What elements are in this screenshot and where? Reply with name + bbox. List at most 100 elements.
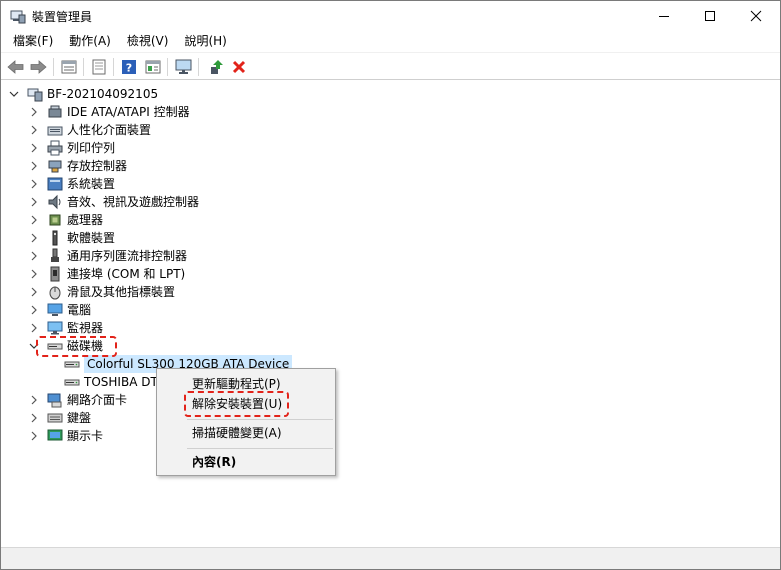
- disk-device-label: TOSHIBA DT: [84, 375, 158, 389]
- tree-category-software-devices[interactable]: 軟體裝置: [29, 229, 115, 247]
- keyboard-icon: [47, 413, 63, 423]
- menu-help[interactable]: 說明(H): [176, 31, 234, 52]
- toolbar-separator: [83, 58, 84, 76]
- menu-bar: 檔案(F) 動作(A) 檢視(V) 說明(H): [1, 31, 780, 52]
- properties-icon: [61, 60, 77, 74]
- tree-category-label: 顯示卡: [67, 429, 104, 443]
- computer-monitor-icon: [175, 59, 192, 74]
- context-scan-hardware[interactable]: 掃描硬體變更(A): [159, 421, 333, 445]
- tree-category-print-queues[interactable]: 列印佇列: [29, 139, 115, 157]
- tree-category-label: 處理器: [67, 213, 104, 227]
- update-driver-button[interactable]: [206, 57, 226, 77]
- tree-category-storage-controllers[interactable]: 存放控制器: [29, 157, 127, 175]
- tree-category-audio-video[interactable]: 音效、視訊及遊戲控制器: [29, 193, 199, 211]
- toolbar: ?: [1, 52, 780, 80]
- tree-category-display-adapters[interactable]: 顯示卡: [29, 427, 103, 445]
- maximize-button[interactable]: [687, 1, 733, 31]
- close-button[interactable]: [733, 1, 779, 31]
- disk-drive-icon: [47, 343, 63, 350]
- svg-text:?: ?: [126, 62, 132, 75]
- chevron-right-icon[interactable]: [29, 287, 39, 297]
- chevron-right-icon[interactable]: [29, 179, 39, 189]
- chevron-right-icon[interactable]: [29, 323, 39, 333]
- tree-category-ide-ata[interactable]: IDE ATA/ATAPI 控制器: [29, 103, 190, 121]
- chevron-right-icon[interactable]: [29, 431, 39, 441]
- disk-device[interactable]: TOSHIBA DT: [64, 373, 158, 391]
- tree-category-ports[interactable]: 連接埠 (COM 和 LPT): [29, 265, 185, 283]
- tree-category-mice[interactable]: 滑鼠及其他指標裝置: [29, 283, 175, 301]
- tree-category-label: 列印佇列: [67, 141, 116, 155]
- storage-controller-icon: [48, 160, 62, 173]
- back-arrow-icon: [7, 60, 24, 74]
- menu-view[interactable]: 檢視(V): [119, 31, 177, 52]
- context-properties[interactable]: 內容(R): [159, 450, 333, 474]
- menu-file[interactable]: 檔案(F): [5, 31, 61, 52]
- audio-icon: [48, 194, 61, 210]
- tree-category-computer[interactable]: 電腦: [29, 301, 91, 319]
- chevron-right-icon[interactable]: [29, 125, 39, 135]
- tree-category-label: 軟體裝置: [67, 231, 116, 245]
- tree-category-network-adapters[interactable]: 網路介面卡: [29, 391, 127, 409]
- tree-root[interactable]: BF-202104092105: [9, 85, 158, 103]
- tree-category-processors[interactable]: 處理器: [29, 211, 103, 229]
- show-hidden-button[interactable]: [89, 57, 109, 77]
- chevron-right-icon[interactable]: [29, 251, 39, 261]
- chevron-right-icon[interactable]: [29, 143, 39, 153]
- tree-category-label: 連接埠 (COM 和 LPT): [67, 267, 186, 281]
- help-icon: ?: [122, 60, 136, 75]
- tree-category-label: 監視器: [67, 321, 104, 335]
- tree-category-monitors[interactable]: 監視器: [29, 319, 103, 337]
- system-device-icon: [47, 177, 63, 191]
- close-icon: [750, 10, 762, 22]
- menu-separator: [187, 448, 333, 449]
- tree-category-disk-drives[interactable]: 磁碟機: [29, 337, 103, 355]
- uninstall-icon: [232, 60, 246, 74]
- ide-controller-icon: [48, 105, 62, 118]
- chevron-right-icon[interactable]: [29, 215, 39, 225]
- tree-category-label: 通用序列匯流排控制器: [67, 249, 188, 263]
- toolbar-separator: [167, 58, 168, 76]
- tree-category-hid[interactable]: 人性化介面裝置: [29, 121, 151, 139]
- action-view-button[interactable]: [143, 57, 163, 77]
- toolbar-separator: [113, 58, 114, 76]
- context-menu: 更新驅動程式(P) 解除安裝裝置(U) 掃描硬體變更(A) 內容(R): [156, 368, 336, 476]
- chevron-right-icon[interactable]: [29, 161, 39, 171]
- update-driver-icon: [211, 60, 223, 74]
- mouse-icon: [49, 286, 61, 300]
- chevron-right-icon[interactable]: [29, 107, 39, 117]
- device-tree: BF-202104092105 IDE ATA/ATAPI 控制器人性化介面裝置…: [1, 81, 780, 547]
- chevron-right-icon[interactable]: [29, 233, 39, 243]
- tree-category-usb-controllers[interactable]: 通用序列匯流排控制器: [29, 247, 187, 265]
- maximize-icon: [705, 11, 715, 21]
- port-icon: [50, 266, 60, 282]
- chevron-right-icon[interactable]: [29, 395, 39, 405]
- help-button[interactable]: ?: [119, 57, 139, 77]
- chevron-right-icon[interactable]: [29, 269, 39, 279]
- minimize-icon: [659, 16, 669, 17]
- properties-button[interactable]: [59, 57, 79, 77]
- window-title: 裝置管理員: [32, 10, 93, 24]
- title-bar: 裝置管理員: [1, 1, 780, 31]
- tree-category-keyboards[interactable]: 鍵盤: [29, 409, 91, 427]
- chevron-down-icon[interactable]: [29, 341, 39, 351]
- context-uninstall-device[interactable]: 解除安裝裝置(U): [159, 392, 333, 416]
- display-adapter-icon: [47, 429, 63, 441]
- forward-button[interactable]: [28, 57, 48, 77]
- toolbar-separator: [53, 58, 54, 76]
- chevron-right-icon[interactable]: [29, 305, 39, 315]
- tree-category-label: 存放控制器: [67, 159, 128, 173]
- tree-category-system-devices[interactable]: 系統裝置: [29, 175, 115, 193]
- menu-action[interactable]: 動作(A): [61, 31, 119, 52]
- tree-category-label: IDE ATA/ATAPI 控制器: [67, 105, 190, 119]
- chevron-right-icon[interactable]: [29, 197, 39, 207]
- hard-disk-icon: [64, 379, 80, 386]
- computer-icon: [47, 303, 63, 316]
- software-device-icon: [52, 230, 58, 246]
- chevron-right-icon[interactable]: [29, 413, 39, 423]
- minimize-button[interactable]: [641, 1, 687, 31]
- hard-disk-icon: [64, 361, 80, 368]
- uninstall-button[interactable]: [229, 57, 249, 77]
- back-button[interactable]: [6, 57, 26, 77]
- scan-computer-button[interactable]: [174, 57, 194, 77]
- chevron-down-icon[interactable]: [9, 89, 19, 99]
